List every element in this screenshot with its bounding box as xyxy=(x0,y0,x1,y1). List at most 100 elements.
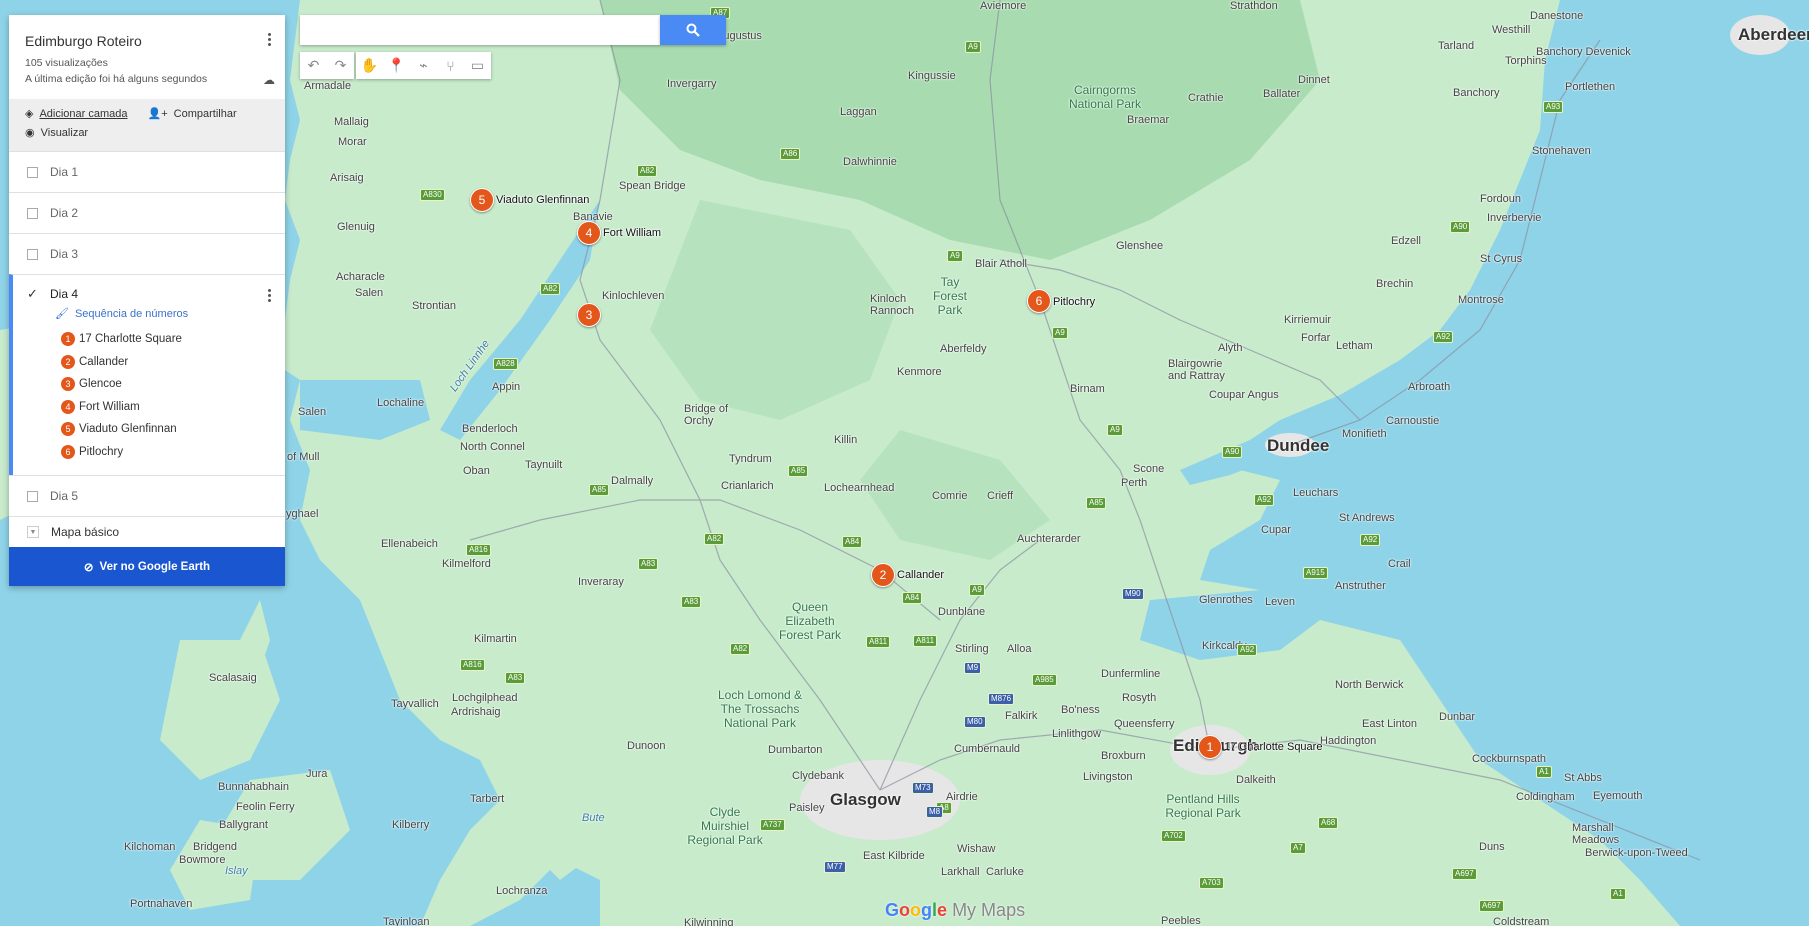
layer-checkbox[interactable] xyxy=(27,207,38,219)
redo-button[interactable]: ↷ xyxy=(327,52,354,79)
road-shield: A9 xyxy=(965,41,981,53)
map-marker[interactable]: 5 xyxy=(470,188,494,212)
place-label: Aberdeen xyxy=(1738,25,1809,44)
road-shield: A9 xyxy=(1052,327,1068,339)
map-marker[interactable]: 2 xyxy=(871,563,895,587)
place-label: Invergarry xyxy=(667,78,717,90)
place-label: Blair Atholl xyxy=(975,258,1027,270)
map-marker[interactable]: 6 xyxy=(1027,289,1051,313)
list-item[interactable]: 6 Pitlochry xyxy=(61,441,285,464)
list-item[interactable]: 4 Fort William xyxy=(61,396,285,419)
layer-dia-1[interactable]: Dia 1 xyxy=(9,151,285,192)
measure-button[interactable]: ▭ xyxy=(464,52,491,79)
view-in-google-earth-button[interactable]: ⊘ Ver no Google Earth xyxy=(9,547,285,586)
place-label: Alloa xyxy=(1007,643,1032,655)
park-label: Queen Elizabeth Forest Park xyxy=(778,600,841,642)
road-shield: A703 xyxy=(1199,877,1224,889)
place-label: Dinnet xyxy=(1298,74,1330,86)
map-marker[interactable]: 1 xyxy=(1198,735,1222,759)
undo-button[interactable]: ↶ xyxy=(300,52,327,79)
place-label: Stonehaven xyxy=(1532,145,1591,157)
add-layer-button[interactable]: ◈ Adicionar camada xyxy=(25,107,128,121)
place-label: Aberfeldy xyxy=(940,343,987,355)
share-button[interactable]: 👤+ Compartilhar xyxy=(148,107,237,121)
layer-dia-5[interactable]: Dia 5 xyxy=(9,475,285,516)
add-marker-button[interactable]: 📍 xyxy=(383,52,410,79)
checked-checkbox[interactable]: ✓ xyxy=(27,287,39,300)
preview-button[interactable]: ◉ Visualizar xyxy=(25,126,88,140)
layer-checkbox[interactable] xyxy=(27,490,38,502)
layer-options-button[interactable] xyxy=(261,285,277,305)
draw-line-button[interactable]: ⌁ xyxy=(410,52,437,79)
map-options-button[interactable] xyxy=(261,29,277,49)
place-label: Ballygrant xyxy=(219,819,268,831)
cloud-saved-icon: ☁ xyxy=(263,73,275,87)
place-label: Forfar xyxy=(1301,332,1331,344)
place-label: Dunfermline xyxy=(1101,668,1161,680)
place-label: Portnahaven xyxy=(130,898,193,910)
basemap-toggle[interactable]: ▼ Mapa básico xyxy=(9,516,285,547)
place-label: Bridge of Orchy xyxy=(684,403,729,427)
road-shield: A828 xyxy=(493,358,518,370)
place-label: Dunoon xyxy=(627,740,666,752)
layer-dia-3[interactable]: Dia 3 xyxy=(9,233,285,274)
place-label: Cupar xyxy=(1261,524,1291,536)
list-item[interactable]: 2 Callander xyxy=(61,351,285,374)
road-shield: A82 xyxy=(637,165,658,177)
place-label: Bridgend xyxy=(193,841,238,853)
place-label: Banchory Devenick xyxy=(1536,46,1631,58)
map-marker[interactable]: 4 xyxy=(577,221,601,245)
road-shield: A86 xyxy=(780,148,801,160)
place-label: Armadale xyxy=(304,80,352,92)
road-shield: A985 xyxy=(1032,674,1057,686)
list-item[interactable]: 1 17 Charlotte Square xyxy=(61,328,285,351)
layer-dia-4[interactable]: ✓ Dia 4 🖌 Sequência de números 1 17 Charlot… xyxy=(9,274,285,475)
road-shield: M73 xyxy=(912,782,934,794)
google-my-maps-logo: Google My Maps xyxy=(885,900,1026,920)
list-item[interactable]: 5 Viaduto Glenfinnan xyxy=(61,418,285,441)
hand-icon: ✋ xyxy=(360,57,379,73)
place-label: Scone xyxy=(1133,463,1165,475)
place-label: Carnoustie xyxy=(1386,415,1440,427)
road-shield: A816 xyxy=(466,544,491,556)
park-label: Loch Lomond & The Trossachs National Par… xyxy=(717,688,803,730)
place-label: Arbroath xyxy=(1408,381,1451,393)
place-label: Wishaw xyxy=(957,843,996,855)
search-input[interactable] xyxy=(300,15,660,45)
map-marker[interactable]: 3 xyxy=(577,303,601,327)
list-item[interactable]: 3 Glencoe xyxy=(61,373,285,396)
search-button[interactable] xyxy=(660,15,726,45)
road-shield: A7 xyxy=(1290,842,1306,854)
layer-checkbox[interactable] xyxy=(27,248,38,260)
place-label: Acharacle xyxy=(336,271,385,283)
place-label: Linlithgow xyxy=(1052,728,1101,740)
layer-dia-2[interactable]: Dia 2 xyxy=(9,192,285,233)
map-marker-label: Pitlochry xyxy=(1053,296,1096,308)
directions-button[interactable]: ⑂ xyxy=(437,52,464,79)
road-shield: M80 xyxy=(964,716,986,728)
road-shield: A83 xyxy=(505,672,526,684)
place-label: Tarland xyxy=(1438,40,1475,52)
place-label: Laggan xyxy=(840,106,877,118)
place-label: Bo'ness xyxy=(1061,704,1100,716)
layer-style-link[interactable]: 🖌 Sequência de números xyxy=(55,307,285,321)
place-label: East Kilbride xyxy=(863,850,925,862)
road-shield: A811 xyxy=(913,635,938,647)
expand-icon: ▼ xyxy=(27,526,39,538)
layers-icon: ◈ xyxy=(25,108,34,120)
place-label: Brechin xyxy=(1376,278,1414,290)
place-label: Dumbarton xyxy=(768,744,823,756)
select-button[interactable]: ✋ xyxy=(356,52,383,79)
place-label: Auchterarder xyxy=(1017,533,1081,545)
road-shield: A92 xyxy=(1254,494,1275,506)
road-shield: A68 xyxy=(1318,817,1339,829)
place-label: Broxburn xyxy=(1101,750,1146,762)
water-label: Bute xyxy=(582,812,605,824)
place-label: Comrie xyxy=(932,490,968,502)
place-label: Coupar Angus xyxy=(1209,389,1279,401)
place-label: Kilmelford xyxy=(442,558,491,570)
place-label: Kinlochleven xyxy=(602,290,665,302)
layer-name[interactable]: Dia 4 xyxy=(50,287,78,301)
map-title[interactable]: Edimburgo Roteiro xyxy=(9,15,285,49)
layer-checkbox[interactable] xyxy=(27,166,38,178)
